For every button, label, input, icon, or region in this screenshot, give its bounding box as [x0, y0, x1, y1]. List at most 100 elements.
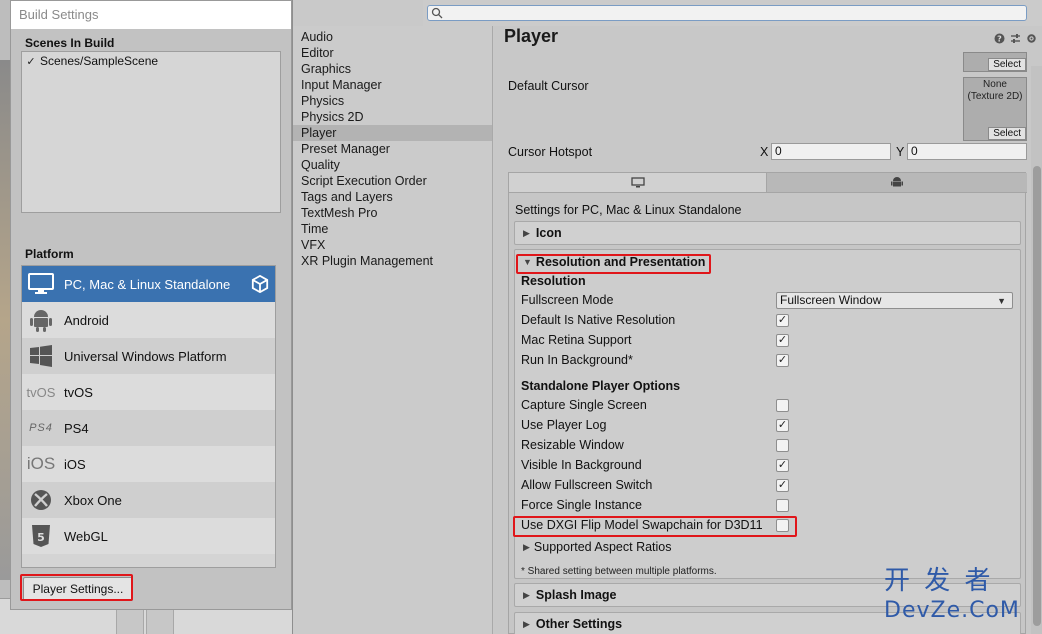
monitor-icon [26, 270, 56, 298]
nav-item-xr-plugin-management[interactable]: XR Plugin Management [293, 253, 492, 269]
platform-list: PC, Mac & Linux Standalone Android Unive… [21, 265, 276, 568]
use-player-log-checkbox[interactable]: ✓ [776, 419, 789, 432]
resolution-section: ▼ Resolution and Presentation Resolution… [514, 249, 1021, 579]
nav-item-input-manager[interactable]: Input Manager [293, 77, 492, 93]
supported-aspect-ratios-foldout[interactable]: ▶ Supported Aspect Ratios [523, 540, 672, 554]
platform-item-uwp[interactable]: Universal Windows Platform [22, 338, 275, 374]
html5-icon: 5 [26, 522, 56, 550]
texture-slot-top[interactable]: Select [963, 52, 1027, 72]
hotspot-y-label: Y [896, 145, 905, 159]
platform-item-ps4[interactable]: PS4 PS4 [22, 410, 275, 446]
chevron-right-icon: ▶ [523, 589, 530, 600]
option-label: Use DXGI Flip Model Swapchain for D3D11 [521, 518, 763, 532]
platform-name: tvOS [64, 384, 93, 400]
option-label: Allow Fullscreen Switch [521, 478, 653, 492]
select-button[interactable]: Select [988, 58, 1026, 71]
gear-icon[interactable] [1025, 32, 1037, 44]
player-settings-button[interactable]: Player Settings... [23, 577, 133, 601]
platform-name: Android [64, 312, 109, 328]
monitor-icon [630, 176, 645, 187]
foldout-title: Splash Image [535, 588, 617, 602]
nav-item-vfx[interactable]: VFX [293, 237, 492, 253]
watermark: 开 发 者 DevZe.CoM [884, 566, 1034, 626]
nav-item-textmesh-pro[interactable]: TextMesh Pro [293, 205, 492, 221]
build-settings-title: Build Settings [11, 1, 291, 29]
nav-item-audio[interactable]: Audio [293, 29, 492, 45]
platform-item-tvos[interactable]: tvOS tvOS [22, 374, 275, 410]
run-in-background-checkbox[interactable]: ✓ [776, 354, 789, 367]
platform-label: Platform [25, 247, 74, 261]
search-icon [431, 7, 443, 19]
platform-item-ios[interactable]: iOS iOS [22, 446, 275, 482]
nav-item-time[interactable]: Time [293, 221, 492, 237]
option-label: Use Player Log [521, 418, 607, 432]
platform-name: Xbox One [64, 492, 122, 508]
platform-item-standalone[interactable]: PC, Mac & Linux Standalone [22, 266, 275, 302]
hotspot-x-field[interactable]: 0 [771, 143, 891, 160]
scrollbar-thumb[interactable] [1033, 166, 1041, 626]
platform-name: Universal Windows Platform [64, 348, 227, 364]
default-cursor-slot[interactable]: None (Texture 2D) Select [963, 77, 1027, 141]
platform-item-webgl[interactable]: 5 WebGL [22, 518, 275, 554]
help-icon[interactable]: ? [993, 32, 1005, 44]
scene-name: Scenes/SampleScene [40, 54, 159, 68]
dxgi-flip-model-checkbox[interactable] [776, 519, 789, 532]
option-label: Resizable Window [521, 438, 624, 452]
hotspot-y-field[interactable]: 0 [907, 143, 1027, 160]
platform-item-xbox[interactable]: Xbox One [22, 482, 275, 518]
svg-text:?: ? [997, 34, 1002, 43]
unity-logo-icon [251, 275, 269, 293]
checkmark-icon[interactable]: ✓ [25, 55, 37, 68]
nav-item-physics[interactable]: Physics [293, 93, 492, 109]
nav-item-quality[interactable]: Quality [293, 157, 492, 173]
nav-item-tags-and-layers[interactable]: Tags and Layers [293, 189, 492, 205]
foldout-title: Icon [535, 226, 562, 240]
resolution-header: Resolution [521, 274, 586, 288]
nav-item-physics-2d[interactable]: Physics 2D [293, 109, 492, 125]
capture-single-screen-checkbox[interactable] [776, 399, 789, 412]
preset-icon[interactable] [1009, 32, 1021, 44]
nav-item-script-execution-order[interactable]: Script Execution Order [293, 173, 492, 189]
xbox-icon [26, 486, 56, 514]
cursor-texture-name: None (Texture 2D) [967, 79, 1023, 102]
select-button[interactable]: Select [988, 127, 1026, 140]
search-input[interactable] [427, 5, 1027, 21]
nav-item-graphics[interactable]: Graphics [293, 61, 492, 77]
visible-in-background-checkbox[interactable]: ✓ [776, 459, 789, 472]
chevron-right-icon: ▶ [523, 541, 530, 552]
allow-fullscreen-switch-checkbox[interactable]: ✓ [776, 479, 789, 492]
platform-tabs: Settings for PC, Mac & Linux Standalone … [508, 172, 1027, 634]
toolbar-slot [116, 607, 144, 634]
scenes-in-build-label: Scenes In Build [25, 36, 115, 50]
platform-name: WebGL [64, 528, 108, 544]
platform-item-android[interactable]: Android [22, 302, 275, 338]
svg-text:5: 5 [37, 531, 45, 544]
platform-name: PS4 [64, 420, 89, 436]
settings-for-label: Settings for PC, Mac & Linux Standalone [515, 203, 742, 217]
android-icon [26, 306, 56, 334]
ps4-icon: PS4 [29, 422, 53, 434]
force-single-instance-checkbox[interactable] [776, 499, 789, 512]
default-cursor-label: Default Cursor [508, 79, 589, 93]
resizable-window-checkbox[interactable] [776, 439, 789, 452]
fullscreen-mode-label: Fullscreen Mode [521, 293, 614, 307]
nav-item-editor[interactable]: Editor [293, 45, 492, 61]
toolbar-slot [146, 607, 174, 634]
icon-foldout[interactable]: ▶ Icon [514, 221, 1021, 245]
fullscreen-mode-dropdown[interactable]: Fullscreen Window ▼ [776, 292, 1013, 309]
scene-item[interactable]: ✓ Scenes/SampleScene [22, 52, 280, 70]
player-settings-panel: Player ? Select Default Cursor None (Tex… [494, 26, 1042, 634]
nav-item-preset-manager[interactable]: Preset Manager [293, 141, 492, 157]
tvos-icon: tvOS [26, 384, 56, 400]
default-native-resolution-checkbox[interactable]: ✓ [776, 314, 789, 327]
mac-retina-support-checkbox[interactable]: ✓ [776, 334, 789, 347]
resolution-foldout[interactable]: ▼ Resolution and Presentation [523, 255, 705, 269]
foldout-title: Supported Aspect Ratios [533, 540, 672, 554]
tab-standalone[interactable] [509, 173, 767, 193]
tab-android[interactable] [767, 173, 1027, 193]
nav-item-player[interactable]: Player [293, 125, 492, 141]
scrollbar[interactable] [1031, 66, 1042, 634]
scenes-list[interactable]: ✓ Scenes/SampleScene [21, 51, 281, 213]
hotspot-x-label: X [760, 145, 769, 159]
foldout-title: Other Settings [535, 617, 623, 631]
